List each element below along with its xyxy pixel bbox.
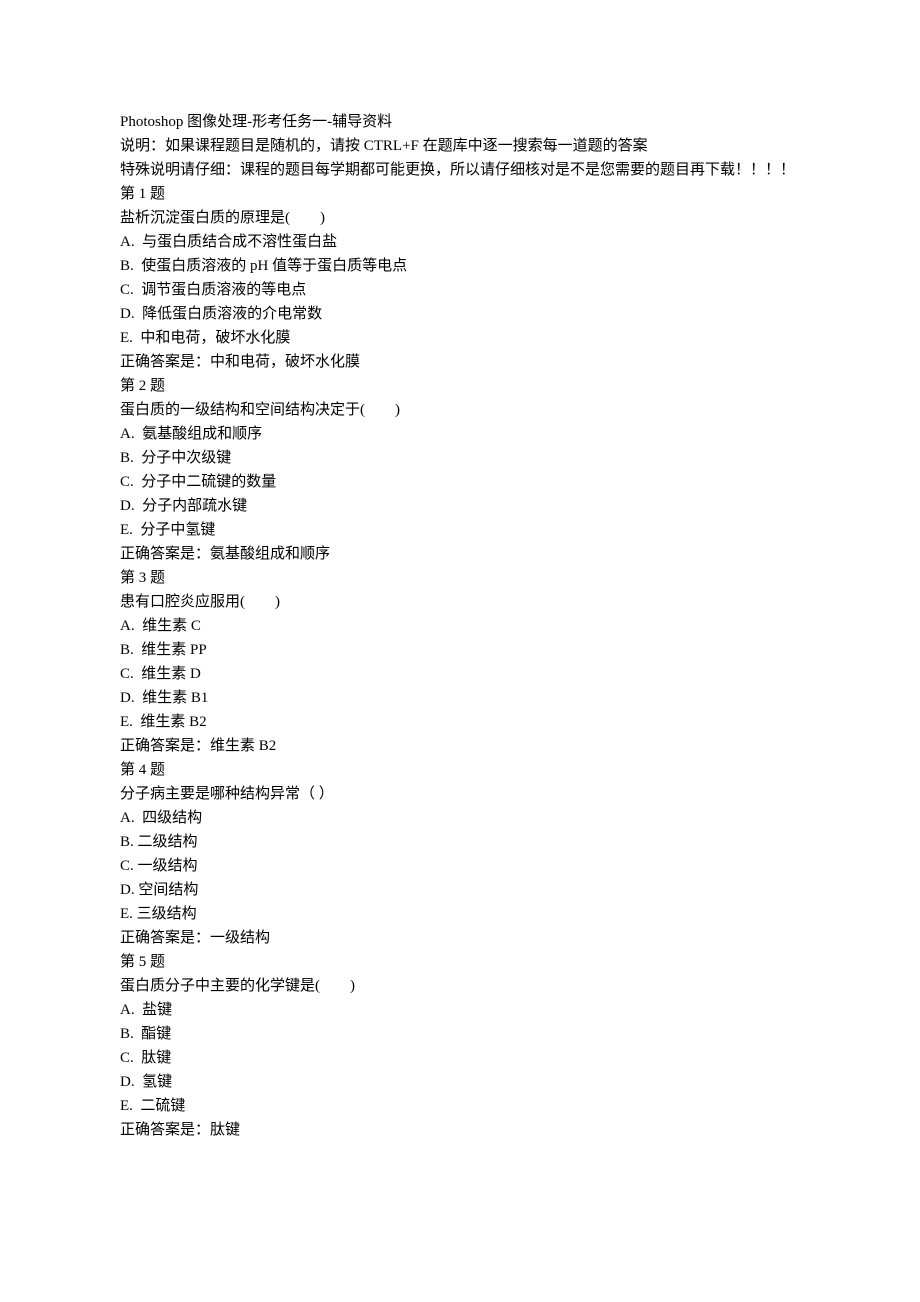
- instruction-line-2: 特殊说明请仔细：课程的题目每学期都可能更换，所以请仔细核对是不是您需要的题目再下…: [120, 158, 800, 182]
- question-heading: 第 2 题: [120, 374, 800, 398]
- question-option: E. 分子中氢键: [120, 518, 800, 542]
- question-option: D. 降低蛋白质溶液的介电常数: [120, 302, 800, 326]
- question-stem: 蛋白质分子中主要的化学键是( ): [120, 974, 800, 998]
- question-stem: 蛋白质的一级结构和空间结构决定于( ): [120, 398, 800, 422]
- question-option: B. 二级结构: [120, 830, 800, 854]
- question-answer: 正确答案是：维生素 B2: [120, 734, 800, 758]
- question-heading: 第 5 题: [120, 950, 800, 974]
- question-answer: 正确答案是：中和电荷，破坏水化膜: [120, 350, 800, 374]
- question-option: C. 一级结构: [120, 854, 800, 878]
- question-option: B. 使蛋白质溶液的 pH 值等于蛋白质等电点: [120, 254, 800, 278]
- question-block: 第 2 题 蛋白质的一级结构和空间结构决定于( ) A. 氨基酸组成和顺序 B.…: [120, 374, 800, 566]
- question-option: D. 维生素 B1: [120, 686, 800, 710]
- document-page: Photoshop 图像处理-形考任务一-辅导资料 说明：如果课程题目是随机的，…: [0, 0, 920, 1302]
- question-block: 第 4 题 分子病主要是哪种结构异常（ ） A. 四级结构 B. 二级结构 C.…: [120, 758, 800, 950]
- question-stem: 分子病主要是哪种结构异常（ ）: [120, 782, 800, 806]
- question-stem: 盐析沉淀蛋白质的原理是( ): [120, 206, 800, 230]
- question-heading: 第 4 题: [120, 758, 800, 782]
- question-stem: 患有口腔炎应服用( ): [120, 590, 800, 614]
- question-option: A. 氨基酸组成和顺序: [120, 422, 800, 446]
- question-option: A. 维生素 C: [120, 614, 800, 638]
- question-heading: 第 1 题: [120, 182, 800, 206]
- question-option: B. 分子中次级键: [120, 446, 800, 470]
- question-block: 第 5 题 蛋白质分子中主要的化学键是( ) A. 盐键 B. 酯键 C. 肽键…: [120, 950, 800, 1142]
- question-option: B. 维生素 PP: [120, 638, 800, 662]
- question-option: B. 酯键: [120, 1022, 800, 1046]
- question-answer: 正确答案是：氨基酸组成和顺序: [120, 542, 800, 566]
- question-heading: 第 3 题: [120, 566, 800, 590]
- question-option: A. 与蛋白质结合成不溶性蛋白盐: [120, 230, 800, 254]
- instruction-line-1: 说明：如果课程题目是随机的，请按 CTRL+F 在题库中逐一搜索每一道题的答案: [120, 134, 800, 158]
- question-option: C. 分子中二硫键的数量: [120, 470, 800, 494]
- question-option: E. 维生素 B2: [120, 710, 800, 734]
- question-option: D. 空间结构: [120, 878, 800, 902]
- question-option: A. 四级结构: [120, 806, 800, 830]
- question-option: C. 调节蛋白质溶液的等电点: [120, 278, 800, 302]
- question-option: C. 维生素 D: [120, 662, 800, 686]
- question-option: E. 二硫键: [120, 1094, 800, 1118]
- question-option: C. 肽键: [120, 1046, 800, 1070]
- question-answer: 正确答案是：一级结构: [120, 926, 800, 950]
- document-title: Photoshop 图像处理-形考任务一-辅导资料: [120, 110, 800, 134]
- question-option: E. 中和电荷，破坏水化膜: [120, 326, 800, 350]
- question-answer: 正确答案是：肽键: [120, 1118, 800, 1142]
- question-option: D. 氢键: [120, 1070, 800, 1094]
- question-option: E. 三级结构: [120, 902, 800, 926]
- question-option: A. 盐键: [120, 998, 800, 1022]
- question-block: 第 1 题 盐析沉淀蛋白质的原理是( ) A. 与蛋白质结合成不溶性蛋白盐 B.…: [120, 182, 800, 374]
- question-block: 第 3 题 患有口腔炎应服用( ) A. 维生素 C B. 维生素 PP C. …: [120, 566, 800, 758]
- question-option: D. 分子内部疏水键: [120, 494, 800, 518]
